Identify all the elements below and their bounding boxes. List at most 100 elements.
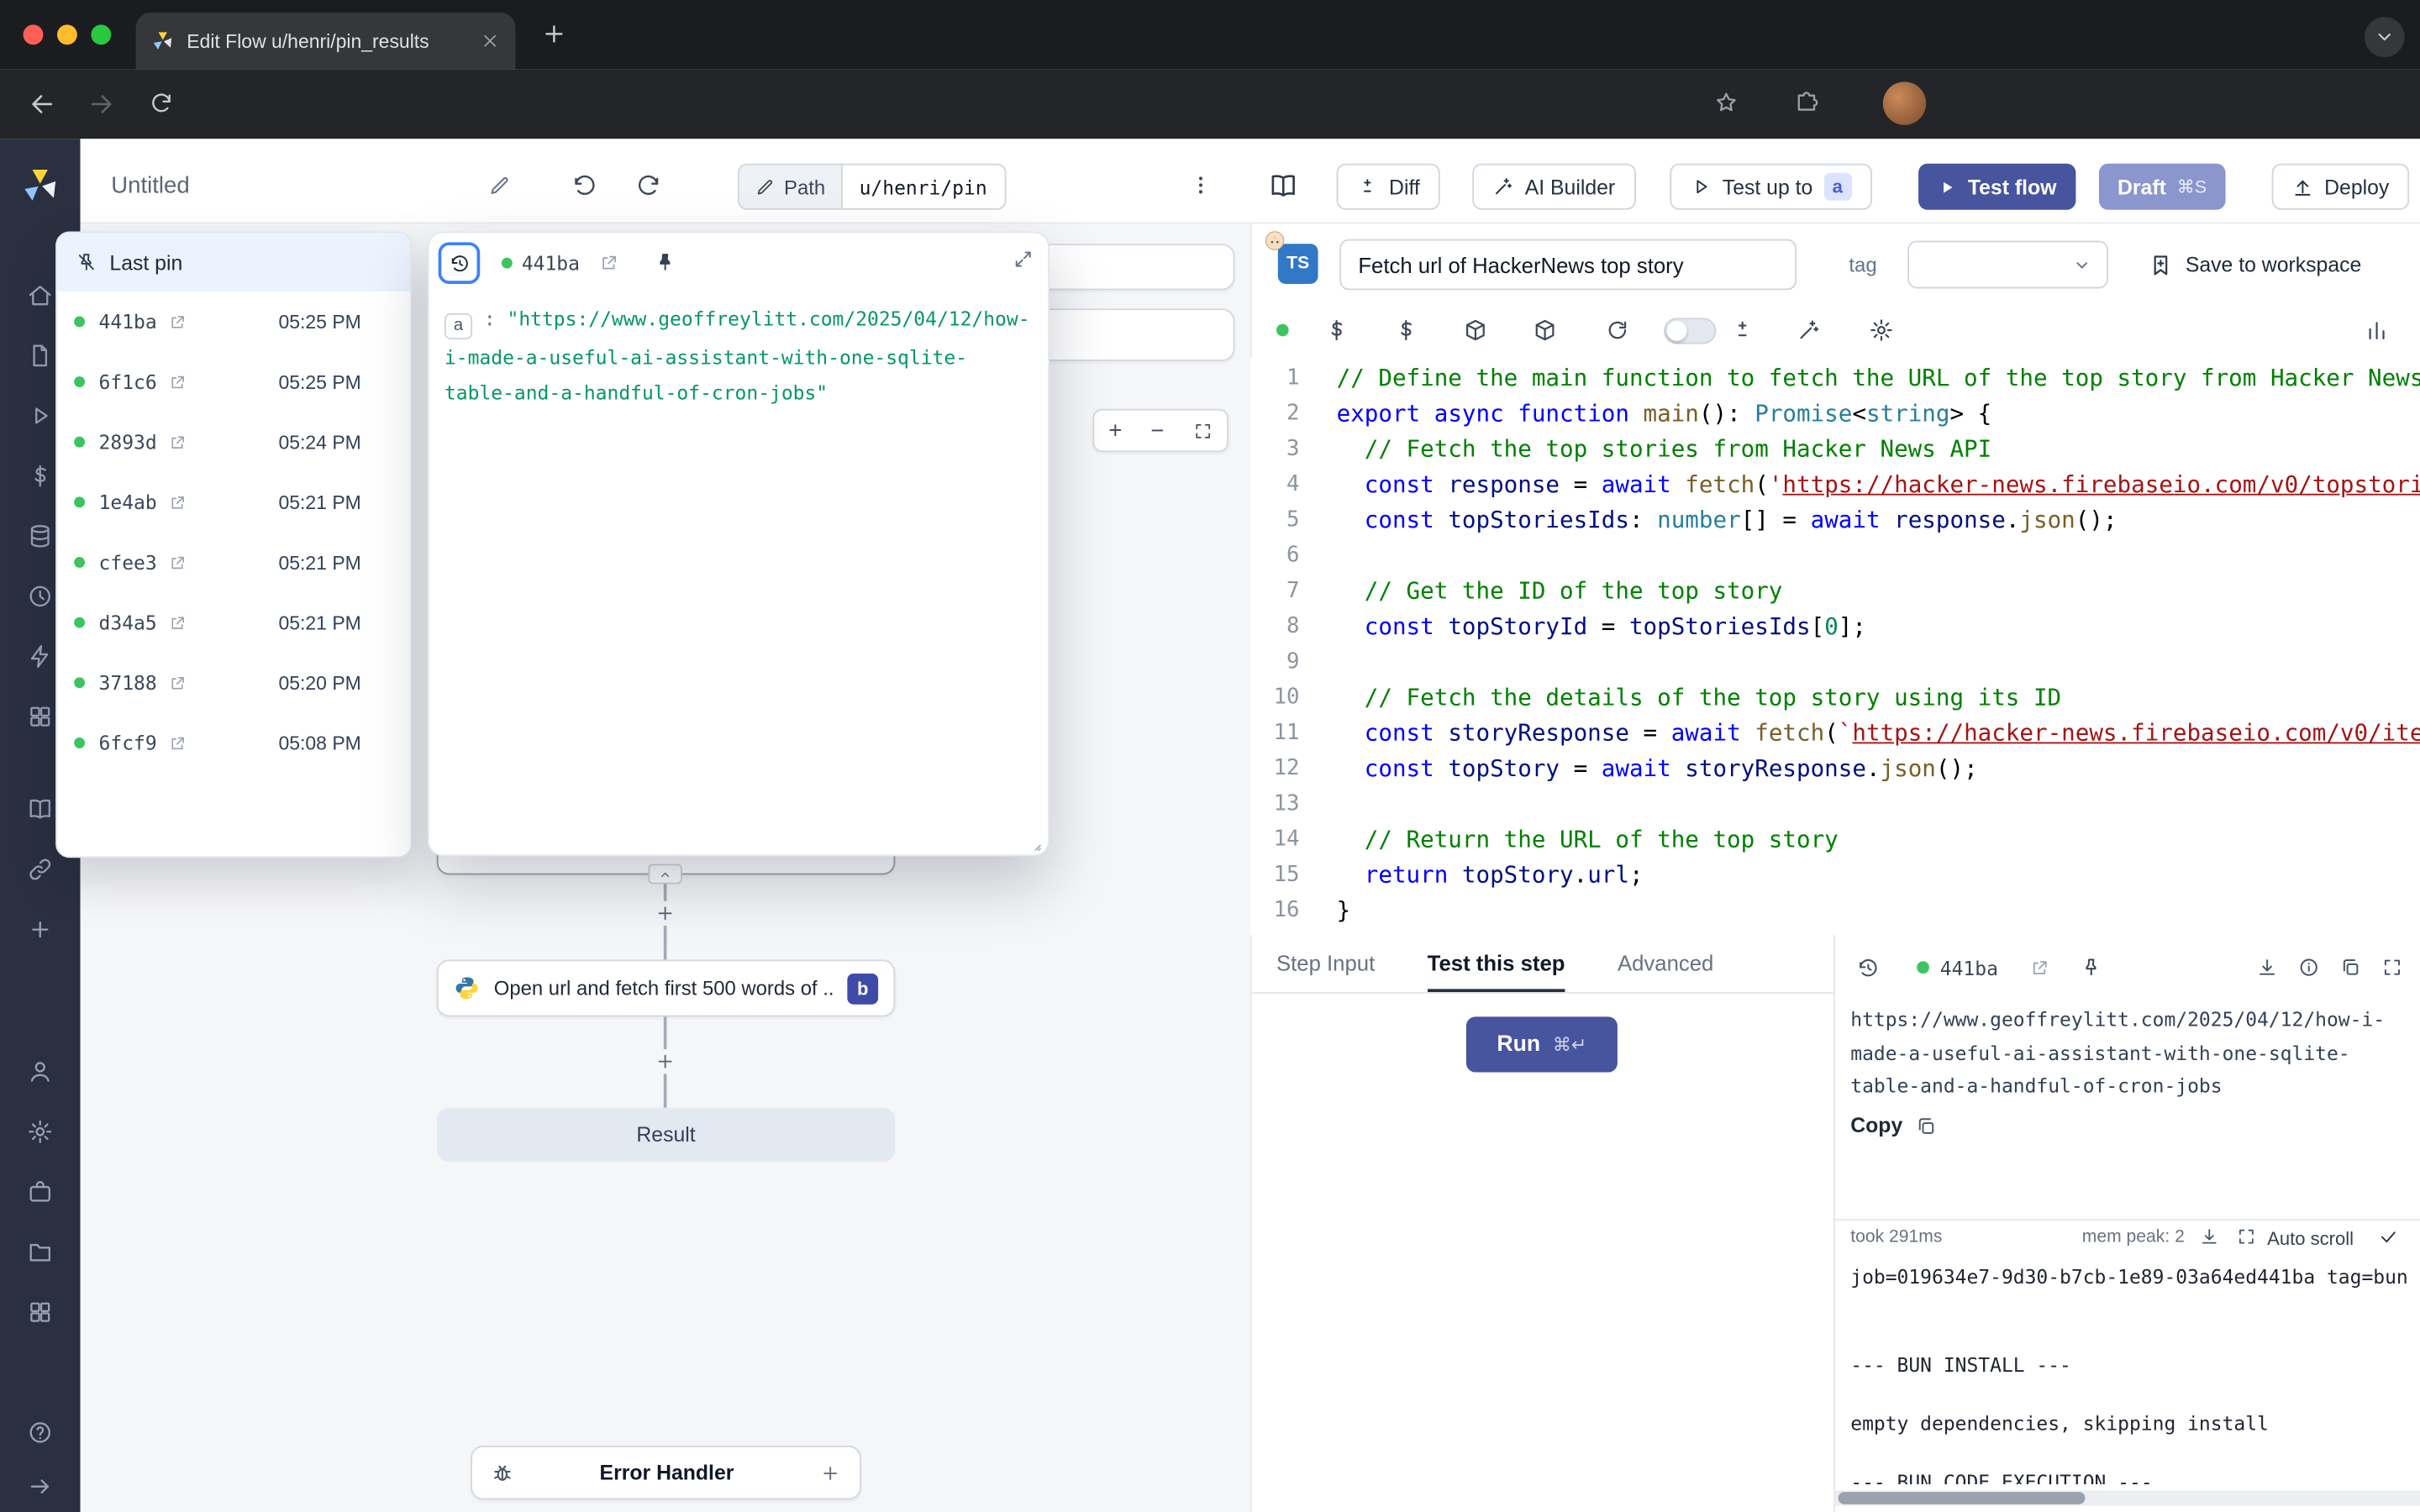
last-pin-item[interactable]: 6fcf905:08 PM	[57, 713, 411, 774]
browser-tab[interactable]: Edit Flow u/henri/pin_results	[136, 13, 516, 70]
sidebar-dollar-icon[interactable]	[27, 463, 53, 489]
sidebar-grid-icon[interactable]	[27, 1299, 53, 1326]
history-icon[interactable]	[1857, 956, 1881, 979]
sidebar-link-icon[interactable]	[27, 856, 53, 882]
profile-avatar[interactable]	[1883, 81, 1926, 124]
ai-assistant-button[interactable]	[1797, 318, 1821, 342]
path-toggle[interactable]: Path	[739, 165, 843, 208]
reload-button[interactable]	[148, 90, 174, 116]
diff-button[interactable]: Diff	[1337, 164, 1440, 210]
external-link-icon[interactable]	[168, 613, 187, 632]
dependencies-button[interactable]	[1463, 318, 1487, 342]
node-collapse-toggle[interactable]	[648, 864, 681, 885]
draft-button[interactable]: Draft ⌘S	[2099, 164, 2225, 210]
bookmark-star-icon[interactable]	[1713, 90, 1739, 116]
resources-button[interactable]	[1394, 318, 1418, 342]
last-pin-item[interactable]: d34a505:21 PM	[57, 592, 411, 653]
sidebar-database-icon[interactable]	[27, 523, 53, 549]
sidebar-gear-icon[interactable]	[27, 1119, 53, 1145]
save-to-workspace-button[interactable]: Save to workspace	[2149, 241, 2362, 289]
outline-panel-button[interactable]	[2365, 318, 2389, 342]
path-value[interactable]: u/henri/pin	[842, 165, 1003, 208]
add-step-button[interactable]	[653, 1049, 677, 1074]
window-minimize-button[interactable]	[57, 24, 77, 45]
download-logs-icon[interactable]	[2199, 1226, 2219, 1247]
sidebar-grid-icon[interactable]	[27, 704, 53, 730]
external-link-icon[interactable]	[599, 253, 619, 273]
extensions-icon[interactable]	[1793, 90, 1819, 116]
test-up-to-button[interactable]: Test up to a	[1670, 164, 1871, 210]
autoscroll-checkbox[interactable]	[2378, 1226, 2398, 1247]
expand-logs-icon[interactable]	[2236, 1226, 2256, 1247]
tab-advanced[interactable]: Advanced	[1618, 935, 1713, 992]
last-pin-item[interactable]: 441ba05:25 PM	[57, 291, 411, 352]
code-editor[interactable]: 12345678910111213141516 // Define the ma…	[1250, 358, 2420, 935]
sidebar-home-icon[interactable]	[27, 282, 53, 308]
docs-button[interactable]	[1269, 171, 1298, 201]
pin-icon[interactable]	[2080, 957, 2102, 979]
new-tab-button[interactable]	[540, 20, 568, 48]
forward-button[interactable]	[87, 90, 116, 119]
reload-script-button[interactable]	[1605, 318, 1629, 342]
result-node[interactable]: Result	[437, 1108, 896, 1162]
undo-button[interactable]	[571, 173, 597, 199]
zoom-out-button[interactable]: −	[1150, 417, 1164, 444]
external-link-icon[interactable]	[168, 433, 187, 451]
add-error-handler-icon[interactable]	[819, 1462, 841, 1483]
scrollbar-thumb[interactable]	[1839, 1492, 2086, 1504]
last-pin-item[interactable]: cfee305:21 PM	[57, 533, 411, 593]
tab-close-icon[interactable]	[480, 31, 500, 51]
windmill-logo[interactable]	[22, 166, 59, 203]
sidebar-doc-icon[interactable]	[27, 343, 53, 369]
external-link-icon[interactable]	[168, 493, 187, 512]
info-icon[interactable]	[2298, 957, 2320, 979]
step-node-main[interactable]: Open url and fetch first 500 words of ..…	[437, 959, 896, 1016]
external-link-icon[interactable]	[168, 373, 187, 391]
external-link-icon[interactable]	[168, 674, 187, 692]
error-handler-node[interactable]: Error Handler	[471, 1446, 861, 1499]
back-button[interactable]	[28, 90, 57, 119]
step-summary-input[interactable]	[1339, 239, 1797, 291]
clipboard-icon[interactable]	[2339, 957, 2361, 979]
sidebar-book-icon[interactable]	[27, 796, 53, 822]
last-pin-item[interactable]: 1e4ab05:21 PM	[57, 472, 411, 533]
expand-result-icon[interactable]	[2381, 957, 2403, 979]
tab-test-this-step[interactable]: Test this step	[1428, 935, 1565, 992]
diff-mode-toggle[interactable]	[1664, 318, 1716, 344]
sidebar-plus-icon[interactable]	[27, 916, 53, 942]
external-link-icon[interactable]	[2029, 958, 2049, 978]
tab-step-input[interactable]: Step Input	[1276, 935, 1375, 992]
horizontal-scrollbar[interactable]	[1835, 1490, 2420, 1505]
tag-select[interactable]	[1907, 241, 2108, 289]
zoom-fit-button[interactable]	[1192, 421, 1213, 441]
resize-handle[interactable]	[1025, 835, 1044, 853]
tab-search-button[interactable]	[2365, 17, 2405, 57]
variables-button[interactable]	[1324, 318, 1349, 342]
test-flow-button[interactable]: Test flow	[1918, 164, 2075, 210]
last-pin-item[interactable]: 6f1c605:25 PM	[57, 352, 411, 412]
history-button[interactable]	[439, 242, 481, 284]
sidebar-briefcase-icon[interactable]	[27, 1179, 53, 1205]
sidebar-folder-icon[interactable]	[27, 1239, 53, 1265]
sidebar-clock-icon[interactable]	[27, 583, 53, 609]
sidebar-user-icon[interactable]	[27, 1058, 53, 1084]
package-button[interactable]	[1533, 318, 1557, 342]
ai-builder-button[interactable]: AI Builder	[1472, 164, 1635, 210]
redo-button[interactable]	[636, 173, 662, 199]
add-step-button[interactable]	[653, 901, 677, 926]
deploy-button[interactable]: Deploy	[2272, 164, 2410, 210]
plus-minus-button[interactable]	[1730, 318, 1754, 342]
last-pin-item[interactable]: 3718805:20 PM	[57, 653, 411, 713]
edit-title-icon[interactable]	[487, 175, 511, 198]
more-options-button[interactable]	[1188, 173, 1213, 197]
sidebar-help-icon[interactable]	[27, 1420, 53, 1446]
external-link-icon[interactable]	[168, 553, 187, 571]
sidebar-arrow-right-icon[interactable]	[27, 1473, 53, 1499]
pin-button[interactable]	[655, 251, 676, 273]
run-button[interactable]: Run ⌘↵	[1466, 1016, 1618, 1072]
external-link-icon[interactable]	[168, 312, 187, 331]
download-result-icon[interactable]	[2256, 957, 2278, 979]
copy-button[interactable]: Copy	[1850, 1114, 1936, 1137]
last-pin-item[interactable]: 2893d05:24 PM	[57, 412, 411, 472]
expand-popup-button[interactable]	[1013, 249, 1034, 270]
